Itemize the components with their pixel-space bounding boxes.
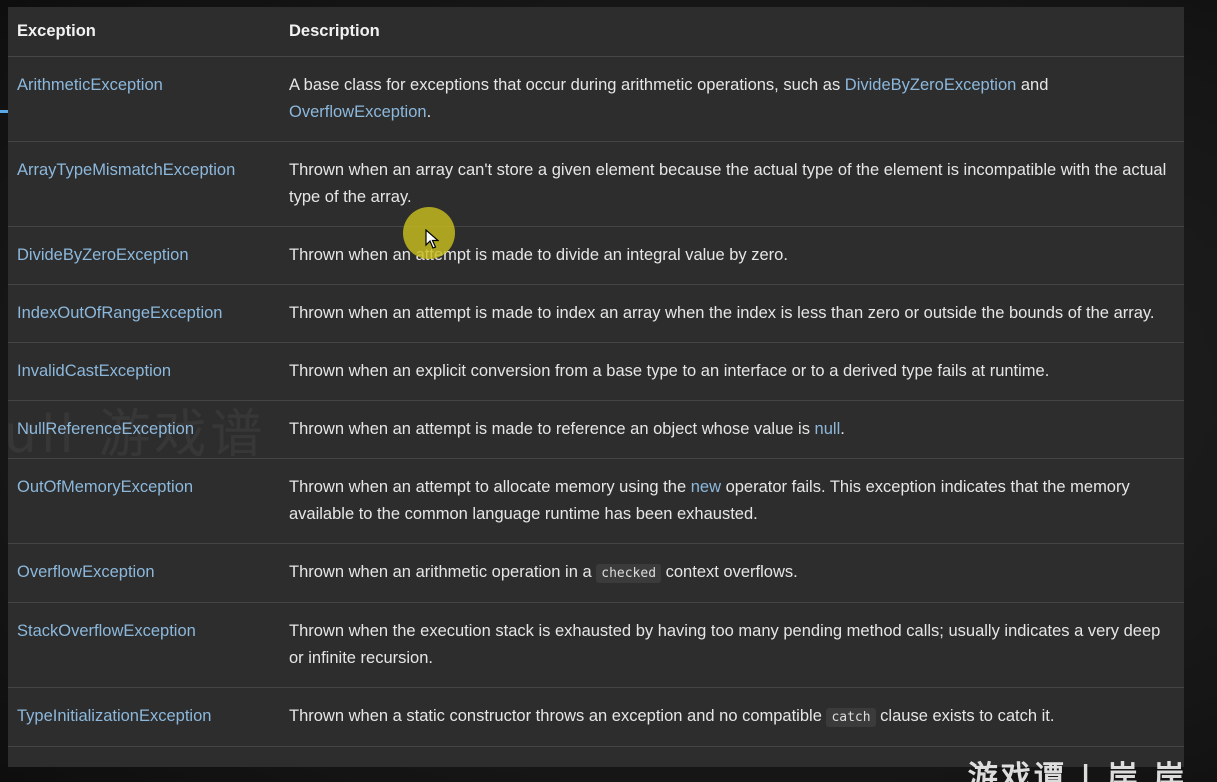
exception-description: Thrown when an attempt is made to refere…: [280, 400, 1184, 459]
exception-description: Thrown when an attempt is made to divide…: [280, 226, 1184, 285]
exception-name-link[interactable]: TypeInitializationException: [8, 687, 280, 747]
table-header-row: Exception Description: [8, 7, 1184, 57]
table-row: TypeInitializationException Thrown when a…: [8, 687, 1184, 747]
docs-panel: Exception Description ArithmeticExceptio…: [8, 7, 1184, 767]
description-text: .: [840, 420, 845, 438]
exception-description: A base class for exceptions that occur d…: [280, 56, 1184, 142]
description-text: Thrown when an attempt is made to divide…: [289, 246, 788, 264]
inline-link[interactable]: null: [815, 420, 841, 438]
inline-link[interactable]: OverflowException: [289, 103, 427, 121]
exception-description: Thrown when an explicit conversion from …: [280, 342, 1184, 401]
exception-name-link[interactable]: DivideByZeroException: [8, 226, 280, 285]
exception-name-link[interactable]: StackOverflowException: [8, 602, 280, 688]
description-text: Thrown when an attempt to allocate memor…: [289, 478, 691, 496]
description-text: Thrown when an array can't store a given…: [289, 161, 1167, 206]
table-row: InvalidCastException Thrown when an expli…: [8, 342, 1184, 401]
description-text: Thrown when an arithmetic operation in a: [289, 563, 597, 581]
exception-description: Thrown when the execution stack is exhau…: [280, 602, 1184, 688]
description-text: clause exists to catch it.: [875, 707, 1055, 725]
inline-link[interactable]: new: [691, 478, 721, 496]
video-frame: Exception Description ArithmeticExceptio…: [0, 0, 1217, 782]
description-text: and: [1016, 76, 1049, 94]
exception-description: Thrown when an arithmetic operation in a…: [280, 543, 1184, 603]
table-row: IndexOutOfRangeException Thrown when an a…: [8, 284, 1184, 343]
exception-name-link[interactable]: OutOfMemoryException: [8, 458, 280, 544]
exception-description: Thrown when an array can't store a given…: [280, 141, 1184, 227]
inline-link[interactable]: DivideByZeroException: [845, 76, 1017, 94]
description-text: .: [426, 103, 432, 121]
description-text: A base class for exceptions that occur d…: [289, 76, 845, 94]
table-row: StackOverflowException Thrown when the ex…: [8, 602, 1184, 688]
exception-description: Thrown when an attempt is made to index …: [280, 284, 1184, 343]
table-row: OutOfMemoryException Thrown when an attem…: [8, 458, 1184, 544]
exception-column-header: Exception: [8, 7, 280, 57]
table-row: ArithmeticException A base class for exce…: [8, 56, 1184, 142]
description-text: Thrown when an attempt is made to refere…: [289, 420, 815, 438]
exception-name-link[interactable]: InvalidCastException: [8, 342, 280, 401]
inline-code: catch: [826, 708, 876, 727]
table-body: ArithmeticException A base class for exce…: [8, 56, 1184, 747]
description-text: Thrown when an explicit conversion from …: [289, 362, 1050, 380]
corner-logo: 游戏谭 | 岸 岸: [967, 760, 1187, 782]
exception-name-link[interactable]: ArrayTypeMismatchException: [8, 141, 280, 227]
exceptions-table: Exception Description ArithmeticExceptio…: [8, 7, 1184, 747]
exception-name-link[interactable]: OverflowException: [8, 543, 280, 603]
exception-name-link[interactable]: NullReferenceException: [8, 400, 280, 459]
exception-description: Thrown when a static constructor throws …: [280, 687, 1184, 747]
exception-name-link[interactable]: IndexOutOfRangeException: [8, 284, 280, 343]
exception-name-link[interactable]: ArithmeticException: [8, 56, 280, 142]
table-row: OverflowException Thrown when an arithmet…: [8, 543, 1184, 603]
table-row: ArrayTypeMismatchException Thrown when an…: [8, 141, 1184, 227]
description-text: Thrown when an attempt is made to index …: [289, 304, 1155, 322]
description-column-header: Description: [280, 7, 1184, 57]
description-text: Thrown when a static constructor throws …: [289, 707, 827, 725]
exception-description: Thrown when an attempt to allocate memor…: [280, 458, 1184, 544]
left-accent-bar: [0, 110, 8, 113]
table-row: NullReferenceException Thrown when an att…: [8, 400, 1184, 459]
inline-code: checked: [596, 564, 662, 583]
description-text: context overflows.: [661, 563, 798, 581]
description-text: Thrown when the execution stack is exhau…: [289, 622, 1161, 667]
table-row: DivideByZeroException Thrown when an atte…: [8, 226, 1184, 285]
